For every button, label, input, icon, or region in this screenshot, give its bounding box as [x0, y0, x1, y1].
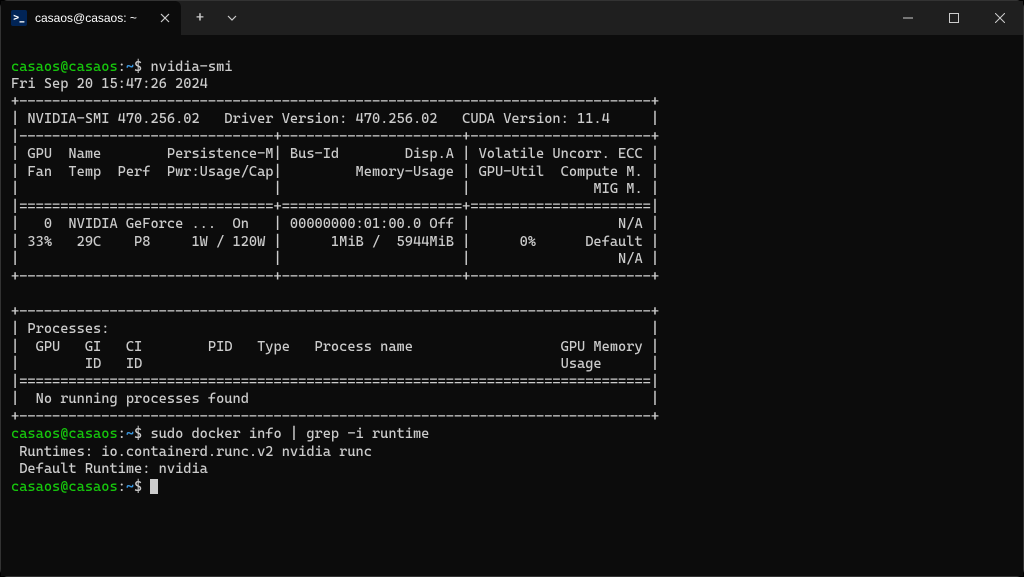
- window-controls: [885, 1, 1023, 35]
- smi-border: +---------------------------------------…: [11, 94, 659, 110]
- minimize-button[interactable]: [885, 1, 931, 35]
- smi-col-header: | Fan Temp Perf Pwr:Usage/Cap| Memory-Us…: [11, 164, 659, 180]
- smi-gpu-row: | | | N/A |: [11, 251, 659, 267]
- prompt-path: ~: [126, 479, 134, 495]
- active-tab[interactable]: >_ casaos@casaos: ~: [1, 1, 181, 35]
- smi-border: +---------------------------------------…: [11, 409, 659, 425]
- powershell-icon: >_: [11, 10, 27, 26]
- smi-gpu-row: | 0 NVIDIA GeForce ... On | 00000000:01:…: [11, 216, 659, 232]
- cursor: [150, 479, 158, 494]
- smi-proc-header: | Processes: |: [11, 321, 659, 337]
- smi-sep: |=======================================…: [11, 374, 659, 390]
- terminal-content[interactable]: casaos@casaos:~$ nvidia-smi Fri Sep 20 1…: [1, 35, 1023, 576]
- new-tab-button[interactable]: +: [185, 3, 215, 33]
- smi-border: +-------------------------------+-------…: [11, 269, 659, 285]
- prompt-dollar: $: [134, 59, 150, 75]
- smi-sep: |===============================+=======…: [11, 199, 659, 215]
- command-1: nvidia-smi: [150, 59, 232, 75]
- tab-dropdown-button[interactable]: [217, 3, 247, 33]
- prompt-user: casaos@casaos: [11, 426, 118, 442]
- prompt-dollar: $: [134, 426, 150, 442]
- smi-border: +---------------------------------------…: [11, 304, 659, 320]
- tab-title: casaos@casaos: ~: [35, 11, 149, 25]
- prompt-dollar: $: [134, 479, 150, 495]
- prompt-colon: :: [118, 479, 126, 495]
- tab-controls: +: [181, 1, 247, 35]
- smi-proc-header: | ID ID Usage |: [11, 356, 659, 372]
- titlebar: >_ casaos@casaos: ~ +: [1, 1, 1023, 35]
- docker-output: Runtimes: io.containerd.runc.v2 nvidia r…: [11, 444, 372, 460]
- close-window-button[interactable]: [977, 1, 1023, 35]
- close-tab-button[interactable]: [157, 10, 173, 26]
- smi-proc-row: | No running processes found |: [11, 391, 659, 407]
- prompt-colon: :: [118, 426, 126, 442]
- docker-output: Default Runtime: nvidia: [11, 461, 208, 477]
- smi-blank: [11, 286, 659, 302]
- smi-date: Fri Sep 20 15:47:26 2024: [11, 76, 208, 92]
- prompt-colon: :: [118, 59, 126, 75]
- prompt-path: ~: [126, 426, 134, 442]
- smi-col-header: | | | MIG M. |: [11, 181, 659, 197]
- smi-header: | NVIDIA-SMI 470.256.02 Driver Version: …: [11, 111, 659, 127]
- smi-proc-header: | GPU GI CI PID Type Process name GPU Me…: [11, 339, 659, 355]
- prompt-user: casaos@casaos: [11, 59, 118, 75]
- prompt-user: casaos@casaos: [11, 479, 118, 495]
- smi-gpu-row: | 33% 29C P8 1W / 120W | 1MiB / 5944MiB …: [11, 234, 659, 250]
- prompt-path: ~: [126, 59, 134, 75]
- smi-sep: |-------------------------------+-------…: [11, 129, 659, 145]
- command-2: sudo docker info | grep -i runtime: [150, 426, 429, 442]
- smi-col-header: | GPU Name Persistence-M| Bus-Id Disp.A …: [11, 146, 659, 162]
- maximize-button[interactable]: [931, 1, 977, 35]
